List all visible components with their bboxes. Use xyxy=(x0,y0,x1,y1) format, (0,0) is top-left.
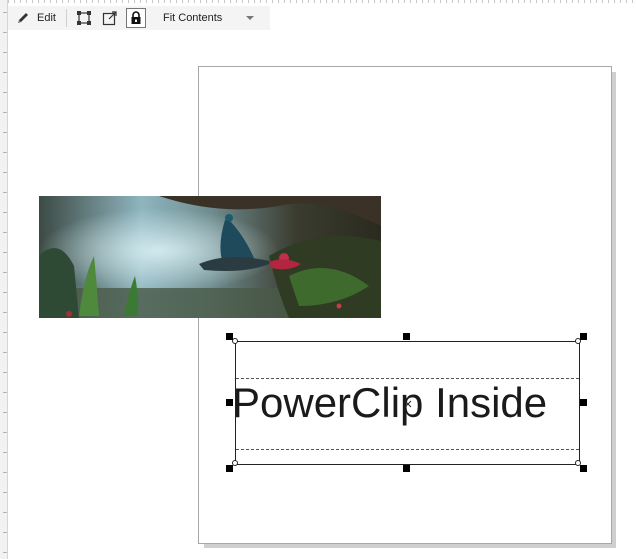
lock-contents-button[interactable] xyxy=(125,8,146,28)
ruler-tick xyxy=(3,12,7,13)
selection-handle-top-left[interactable] xyxy=(226,333,233,340)
ruler-tick xyxy=(3,292,7,293)
ruler-tick xyxy=(3,472,7,473)
ruler-tick xyxy=(3,412,7,413)
ruler-tick xyxy=(3,232,7,233)
center-marker-icon[interactable] xyxy=(404,400,412,408)
selection-handle-left[interactable] xyxy=(226,399,233,406)
ruler-tick xyxy=(3,392,7,393)
select-frame-icon xyxy=(76,11,91,25)
peacock-bitmap-image[interactable] xyxy=(39,196,381,318)
selection-handle-right[interactable] xyxy=(580,399,587,406)
edit-powerclip-button[interactable]: Edit xyxy=(8,6,62,30)
chevron-down-icon xyxy=(246,16,255,20)
ruler-tick xyxy=(3,52,7,53)
ruler-tick xyxy=(3,252,7,253)
extract-contents-button[interactable] xyxy=(100,8,120,28)
ruler-tick xyxy=(3,172,7,173)
powerclip-toolbar: Edit Fit Contents xyxy=(8,6,270,30)
ruler-tick xyxy=(3,312,7,313)
selection-handle-bottom-right[interactable] xyxy=(580,465,587,472)
ruler-tick xyxy=(3,532,7,533)
top-ruler[interactable] xyxy=(8,0,636,3)
fit-contents-dropdown[interactable]: Fit Contents xyxy=(162,6,255,30)
ruler-tick xyxy=(3,192,7,193)
left-ruler[interactable] xyxy=(0,0,8,559)
toolbar-divider xyxy=(65,9,67,27)
ruler-tick xyxy=(3,272,7,273)
powerclip-text[interactable]: PowerClip Inside xyxy=(236,378,547,428)
ruler-tick xyxy=(3,132,7,133)
ruler-tick xyxy=(3,152,7,153)
extract-contents-icon xyxy=(102,11,117,26)
ruler-tick xyxy=(3,332,7,333)
selection-handle-top-right[interactable] xyxy=(580,333,587,340)
ruler-tick xyxy=(3,72,7,73)
select-frame-button[interactable] xyxy=(74,8,94,28)
ruler-tick xyxy=(3,452,7,453)
ruler-tick xyxy=(3,92,7,93)
ruler-tick xyxy=(3,32,7,33)
selection-handle-bottom-left[interactable] xyxy=(226,465,233,472)
ruler-tick xyxy=(3,552,7,553)
ruler-tick xyxy=(3,512,7,513)
fit-contents-label: Fit Contents xyxy=(162,12,223,24)
peacock-bitmap xyxy=(39,196,381,318)
ruler-tick xyxy=(3,112,7,113)
lock-contents-icon xyxy=(131,11,141,24)
ruler-tick xyxy=(3,352,7,353)
edit-label: Edit xyxy=(37,12,56,24)
ruler-tick xyxy=(3,492,7,493)
selection-handle-top[interactable] xyxy=(403,333,410,340)
pencil-icon xyxy=(18,13,28,23)
selection-handle-bottom[interactable] xyxy=(403,465,410,472)
ruler-tick xyxy=(3,212,7,213)
ruler-tick xyxy=(3,432,7,433)
ruler-tick xyxy=(3,372,7,373)
